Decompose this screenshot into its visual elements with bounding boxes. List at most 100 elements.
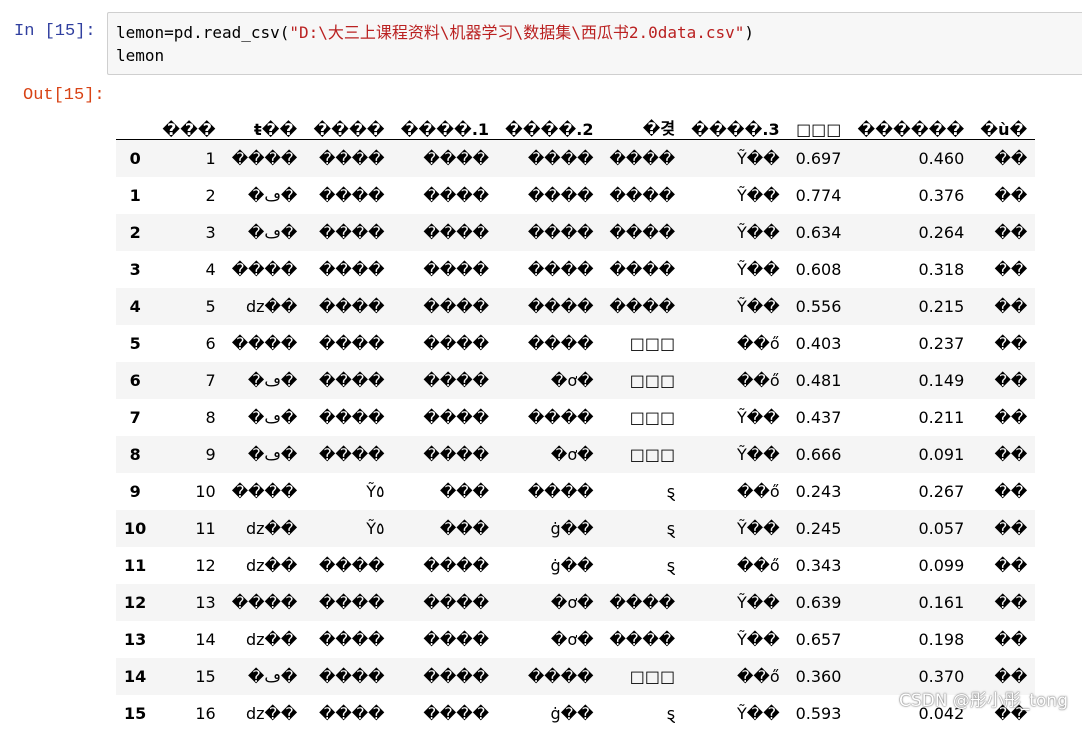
watermark: CSDN @彤小彤_tong	[899, 686, 1068, 711]
table-cell: ����	[305, 251, 392, 288]
table-cell: 0.149	[849, 362, 972, 399]
table-cell: □□□	[602, 325, 684, 362]
table-cell: ����	[305, 362, 392, 399]
table-cell: 6	[154, 325, 223, 362]
table-cell: 0.437	[788, 399, 850, 436]
table-cell: Ỹ��	[683, 140, 787, 178]
table-cell: ����	[393, 288, 497, 325]
table-cell: ����	[393, 140, 497, 178]
table-row: 1516dz����������ġ��ȿỸ��0.5930.042��	[116, 695, 1035, 732]
table-cell: ����	[224, 473, 306, 510]
table-row: 910����Ỹ٥�������ȿ��ő0.2430.267��	[116, 473, 1035, 510]
table-cell: ��	[972, 473, 1035, 510]
input-prompt: In [15]:	[14, 22, 96, 41]
table-cell: □□□	[602, 399, 684, 436]
table-cell: ��	[972, 584, 1035, 621]
table-cell: 1	[154, 140, 223, 178]
table-cell: 0.460	[849, 140, 972, 178]
table-cell: 0.666	[788, 436, 850, 473]
table-cell: 0.091	[849, 436, 972, 473]
table-cell: ����	[497, 140, 601, 178]
table-cell: �ơ�	[497, 436, 601, 473]
table-cell: ����	[305, 288, 392, 325]
table-cell: dz��	[224, 510, 306, 547]
table-cell: ����	[393, 547, 497, 584]
table-cell: ����	[497, 251, 601, 288]
table-cell: ȿ	[602, 695, 684, 732]
table-row: 1213�������������ơ�����Ỹ��0.6390.161��	[116, 584, 1035, 621]
table-cell: ��ő	[683, 362, 787, 399]
column-header	[116, 103, 154, 140]
table-cell: 10	[154, 473, 223, 510]
table-cell: 0.481	[788, 362, 850, 399]
table-cell: 0.634	[788, 214, 850, 251]
row-index: 5	[116, 325, 154, 362]
table-cell: ȿ	[602, 547, 684, 584]
table-cell: ��ő	[683, 658, 787, 695]
table-cell: ġ��	[497, 695, 601, 732]
table-cell: dz��	[224, 621, 306, 658]
row-index: 14	[116, 658, 154, 695]
table-cell: ����	[305, 325, 392, 362]
table-cell: Ỹ��	[683, 177, 787, 214]
table-cell: 0.161	[849, 584, 972, 621]
table-cell: ��	[972, 510, 1035, 547]
table-cell: ��ő	[683, 473, 787, 510]
table-row: 12�ڡ�����������������Ỹ��0.7740.376��	[116, 177, 1035, 214]
column-header: ����	[305, 103, 392, 140]
table-cell: ��	[972, 325, 1035, 362]
table-cell: Ỹ��	[683, 621, 787, 658]
table-cell: 0.403	[788, 325, 850, 362]
table-cell: 0.264	[849, 214, 972, 251]
table-row: 89�ڡ����������ơ�□□□Ỹ��0.6660.091��	[116, 436, 1035, 473]
table-cell: ��	[972, 140, 1035, 178]
table-cell: 0.099	[849, 547, 972, 584]
table-cell: ����	[393, 177, 497, 214]
column-header: ���	[154, 103, 223, 140]
table-cell: 12	[154, 547, 223, 584]
table-cell: 0.245	[788, 510, 850, 547]
table-cell: ��ő	[683, 547, 787, 584]
header-row: ���ŧ����������.1����.2�겾����.3□□□�������…	[116, 103, 1035, 140]
table-cell: ����	[224, 140, 306, 178]
table-row: 56����������������□□□��ő0.4030.237��	[116, 325, 1035, 362]
table-cell: ����	[497, 399, 601, 436]
table-cell: ����	[305, 658, 392, 695]
row-index: 11	[116, 547, 154, 584]
table-cell: ����	[305, 399, 392, 436]
table-cell: 0.593	[788, 695, 850, 732]
table-cell: ��	[972, 177, 1035, 214]
row-index: 2	[116, 214, 154, 251]
table-cell: ����	[393, 658, 497, 695]
table-cell: ����	[305, 547, 392, 584]
table-cell: ����	[602, 140, 684, 178]
table-cell: ȿ	[602, 473, 684, 510]
table-body: 01��������������������Ỹ��0.6970.460��12�…	[116, 140, 1035, 732]
table-cell: Ỹ٥	[305, 473, 392, 510]
table-cell: ���	[393, 510, 497, 547]
table-cell: �ڡ�	[224, 436, 306, 473]
table-cell: ����	[497, 658, 601, 695]
code-line-1: lemon=pd.read_csv("D:\大三上课程资料\机器学习\数据集\西…	[116, 23, 754, 42]
row-index: 15	[116, 695, 154, 732]
table-row: 01��������������������Ỹ��0.6970.460��	[116, 140, 1035, 178]
table-cell: 0.697	[788, 140, 850, 178]
table-cell: 0.318	[849, 251, 972, 288]
table-cell: 0.267	[849, 473, 972, 510]
column-header: ����.2	[497, 103, 601, 140]
table-cell: 0.237	[849, 325, 972, 362]
column-header: �겾	[602, 103, 684, 140]
table-cell: □□□	[602, 436, 684, 473]
table-cell: ����	[393, 399, 497, 436]
code-cell-editor[interactable]: lemon=pd.read_csv("D:\大三上课程资料\机器学习\数据集\西…	[107, 12, 1082, 75]
column-header: ����.1	[393, 103, 497, 140]
table-cell: ����	[224, 251, 306, 288]
table-row: 1415�ڡ�������������□□□��ő0.3600.370��	[116, 658, 1035, 695]
code-line-2: lemon	[116, 46, 164, 65]
table-cell: ����	[602, 177, 684, 214]
table-cell: Ỹ��	[683, 510, 787, 547]
table-cell: 13	[154, 584, 223, 621]
table-cell: Ỹ��	[683, 288, 787, 325]
table-row: 45dz������������������Ỹ��0.5560.215��	[116, 288, 1035, 325]
table-row: 78�ڡ�������������□□□Ỹ��0.4370.211��	[116, 399, 1035, 436]
